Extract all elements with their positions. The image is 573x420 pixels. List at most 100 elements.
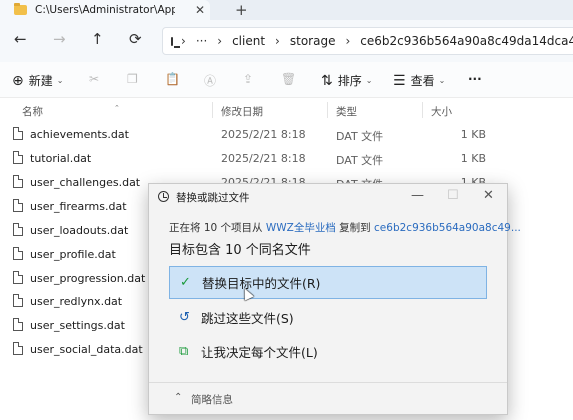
- dialog-footer: ⌃ 简略信息: [149, 382, 507, 414]
- file-icon: [13, 318, 23, 331]
- file-name: tutorial.dat: [30, 152, 92, 165]
- file-name: user_profile.dat: [30, 248, 116, 261]
- file-row[interactable]: tutorial.dat 2025/2/21 8:18 DAT 文件 1 KB: [0, 147, 573, 171]
- column-divider[interactable]: [212, 102, 213, 118]
- chevron-down-icon: ⌄: [56, 76, 64, 85]
- rename-icon[interactable]: Ⓐ: [204, 72, 216, 89]
- refresh-icon[interactable]: ⟳: [129, 30, 142, 48]
- tab-bar: C:\Users\Administrator\AppData ✕ +: [0, 0, 573, 20]
- file-icon: [13, 199, 23, 212]
- file-icon: [13, 223, 23, 236]
- file-icon: [13, 151, 23, 164]
- address-bar[interactable]: › ··· › client › storage › ce6b2c936b564…: [162, 27, 573, 55]
- cut-icon[interactable]: ✂: [89, 72, 99, 86]
- check-icon: ✓: [180, 275, 191, 290]
- copy-info-prefix: 正在将 10 个项目从: [169, 222, 266, 234]
- sort-button[interactable]: ⇅ 排序 ⌄: [321, 72, 372, 89]
- fewer-details-toggle[interactable]: 简略信息: [191, 392, 233, 407]
- forward-icon[interactable]: →: [53, 30, 66, 48]
- plus-circle-icon: ⊕: [12, 72, 24, 89]
- sort-label: 排序: [337, 74, 362, 88]
- chevron-down-icon: ⌄: [365, 76, 373, 85]
- more-options-icon[interactable]: ···: [468, 72, 482, 86]
- dialog-heading: 目标包含 10 个同名文件: [169, 243, 311, 258]
- destination-link[interactable]: ce6b2c936b564a90a8c49...: [374, 222, 521, 234]
- tab-close-icon[interactable]: ✕: [195, 3, 205, 17]
- sort-icon: ⇅: [321, 72, 333, 89]
- tab-title: C:\Users\Administrator\AppData: [35, 4, 175, 16]
- file-icon: [13, 175, 23, 188]
- column-type[interactable]: 类型: [336, 104, 357, 119]
- chevron-down-icon: ⌄: [438, 76, 446, 85]
- breadcrumb-separator: ›: [275, 34, 280, 48]
- file-name: achievements.dat: [30, 128, 129, 141]
- file-name: user_progression.dat: [30, 272, 146, 285]
- close-icon[interactable]: ✕: [483, 188, 494, 203]
- column-size[interactable]: 大小: [431, 104, 452, 119]
- back-icon[interactable]: ←: [14, 30, 27, 48]
- breadcrumb-separator[interactable]: ›: [181, 34, 186, 48]
- file-name: user_settings.dat: [30, 319, 125, 332]
- column-name[interactable]: 名称: [22, 104, 43, 119]
- file-name: user_challenges.dat: [30, 176, 141, 189]
- dialog-titlebar[interactable]: 替换或跳过文件 — ☐ ✕: [149, 184, 507, 210]
- file-name: user_redlynx.dat: [30, 295, 123, 308]
- replace-skip-dialog: 替换或跳过文件 — ☐ ✕ 正在将 10 个项目从 WWZ全毕业档 复制到 ce…: [148, 183, 521, 415]
- breadcrumb-separator: ›: [217, 34, 223, 48]
- computer-icon: [171, 36, 180, 48]
- breadcrumb-current[interactable]: ce6b2c936b564a90a8c49da14dca477b: [360, 34, 573, 48]
- file-date: 2025/2/21 8:18: [221, 128, 306, 141]
- command-bar: ⊕ 新建 ⌄ ✂ ❐ 📋 Ⓐ ⇪ 🗑 ⇅ 排序 ⌄ ☰ 查看 ⌄ ···: [0, 62, 573, 98]
- sort-indicator-icon: ⌃: [114, 104, 120, 112]
- new-label: 新建: [28, 74, 53, 88]
- file-name: user_firearms.dat: [30, 200, 127, 213]
- new-button[interactable]: ⊕ 新建 ⌄: [12, 72, 63, 89]
- skip-icon: ↺: [179, 310, 190, 325]
- file-icon: [13, 271, 23, 284]
- file-name: user_loadouts.dat: [30, 224, 129, 237]
- up-icon[interactable]: ↑: [91, 30, 104, 48]
- column-date[interactable]: 修改日期: [221, 104, 263, 119]
- source-link[interactable]: WWZ全毕业档: [266, 222, 336, 234]
- view-button[interactable]: ☰ 查看 ⌄: [393, 72, 445, 89]
- decide-each-label: 让我决定每个文件(L): [201, 345, 318, 360]
- decide-icon: ⧉: [179, 344, 189, 359]
- decide-each-option[interactable]: ⧉ 让我决定每个文件(L): [169, 335, 487, 368]
- file-size: 1 KB: [460, 152, 486, 165]
- paste-icon[interactable]: 📋: [165, 72, 180, 86]
- breadcrumb-overflow[interactable]: ···: [196, 34, 207, 48]
- skip-files-option[interactable]: ↺ 跳过这些文件(S): [169, 301, 487, 334]
- file-size: 1 KB: [460, 128, 486, 141]
- share-icon[interactable]: ⇪: [243, 72, 253, 86]
- file-name: user_social_data.dat: [30, 343, 143, 356]
- clock-icon: [158, 191, 169, 202]
- file-row[interactable]: achievements.dat 2025/2/21 8:18 DAT 文件 1…: [0, 123, 573, 147]
- chevron-up-icon[interactable]: ⌃: [174, 392, 182, 403]
- file-icon: [13, 247, 23, 260]
- file-icon: [13, 294, 23, 307]
- replace-files-label: 替换目标中的文件(R): [202, 276, 321, 291]
- copy-info: 正在将 10 个项目从 WWZ全毕业档 复制到 ce6b2c936b564a90…: [169, 220, 521, 235]
- file-date: 2025/2/21 8:18: [221, 152, 306, 165]
- column-divider[interactable]: [327, 102, 328, 118]
- skip-files-label: 跳过这些文件(S): [201, 311, 294, 326]
- breadcrumb-client[interactable]: client: [232, 34, 265, 48]
- copy-info-mid: 复制到: [335, 222, 375, 234]
- maximize-icon: ☐: [447, 188, 459, 203]
- file-type: DAT 文件: [336, 130, 384, 143]
- tab-explorer[interactable]: C:\Users\Administrator\AppData: [0, 0, 210, 20]
- navigation-bar: ← → ↑ ⟳ › ··· › client › storage › ce6b2…: [0, 20, 573, 62]
- replace-files-option[interactable]: ✓ 替换目标中的文件(R): [169, 266, 487, 299]
- breadcrumb-separator: ›: [345, 34, 351, 48]
- minimize-icon[interactable]: —: [411, 188, 424, 203]
- delete-icon[interactable]: 🗑: [281, 72, 296, 86]
- copy-icon[interactable]: ❐: [127, 72, 138, 86]
- file-icon: [13, 127, 23, 140]
- new-tab-icon[interactable]: +: [235, 1, 248, 19]
- breadcrumb-storage[interactable]: storage: [290, 34, 336, 48]
- dialog-title: 替换或跳过文件: [176, 192, 250, 204]
- folder-icon: [14, 3, 27, 15]
- column-divider[interactable]: [422, 102, 423, 118]
- view-icon: ☰: [393, 72, 406, 89]
- view-label: 查看: [410, 74, 435, 88]
